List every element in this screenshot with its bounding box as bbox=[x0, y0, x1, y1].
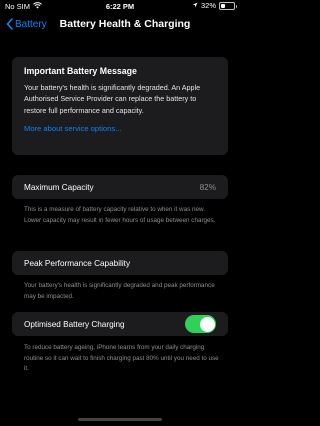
status-bar: No SIM 6:22 PM 32% bbox=[0, 0, 240, 14]
message-body: Your battery's health is significantly d… bbox=[24, 83, 201, 115]
maximum-capacity-row: Maximum Capacity 82% bbox=[12, 175, 228, 199]
battery-icon bbox=[219, 1, 237, 10]
service-options-link[interactable]: More about service options... bbox=[24, 124, 216, 133]
toggle-knob bbox=[199, 316, 215, 332]
peak-performance-label: Peak Performance Capability bbox=[24, 258, 131, 268]
battery-message-card: Important Battery Message Your battery's… bbox=[12, 57, 228, 155]
nav-bar: Battery Battery Health & Charging bbox=[0, 14, 240, 36]
location-icon bbox=[192, 1, 198, 10]
optimised-charging-note: To reduce battery ageing, iPhone learns … bbox=[24, 344, 219, 372]
message-title: Important Battery Message bbox=[24, 66, 137, 76]
peak-performance-row: Peak Performance Capability bbox=[12, 251, 228, 275]
maximum-capacity-label: Maximum Capacity bbox=[24, 182, 94, 192]
status-right: 32% bbox=[192, 1, 237, 10]
maximum-capacity-value: 82% bbox=[199, 182, 216, 192]
battery-level-fill bbox=[221, 3, 225, 8]
optimised-charging-row: Optimised Battery Charging bbox=[12, 312, 228, 336]
optimised-charging-toggle[interactable] bbox=[185, 315, 216, 333]
page-title: Battery Health & Charging bbox=[59, 18, 191, 30]
maximum-capacity-note: This is a measure of battery capacity re… bbox=[24, 206, 216, 224]
peak-performance-note: Your battery's health is significantly d… bbox=[24, 282, 215, 300]
home-indicator[interactable] bbox=[78, 418, 162, 421]
optimised-charging-label: Optimised Battery Charging bbox=[24, 319, 125, 329]
battery-percent: 32% bbox=[200, 1, 216, 10]
